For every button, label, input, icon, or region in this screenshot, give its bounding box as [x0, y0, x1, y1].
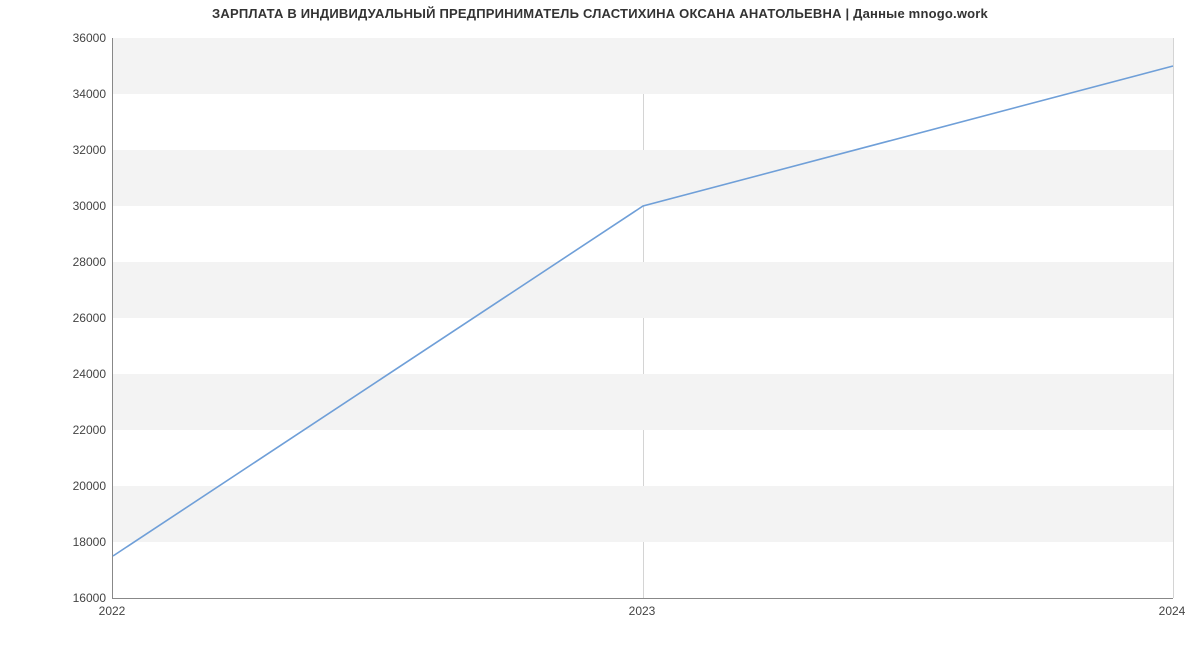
- y-tick: 26000: [26, 311, 106, 325]
- salary-chart: ЗАРПЛАТА В ИНДИВИДУАЛЬНЫЙ ПРЕДПРИНИМАТЕЛ…: [0, 0, 1200, 630]
- line-series: [113, 38, 1173, 598]
- x-tick: 2022: [99, 604, 126, 618]
- chart-title: ЗАРПЛАТА В ИНДИВИДУАЛЬНЫЙ ПРЕДПРИНИМАТЕЛ…: [0, 6, 1200, 21]
- y-tick: 28000: [26, 255, 106, 269]
- y-tick: 18000: [26, 535, 106, 549]
- y-tick: 22000: [26, 423, 106, 437]
- y-tick: 36000: [26, 31, 106, 45]
- y-tick: 30000: [26, 199, 106, 213]
- y-tick: 34000: [26, 87, 106, 101]
- x-tick: 2024: [1159, 604, 1186, 618]
- x-tick: 2023: [629, 604, 656, 618]
- y-tick: 32000: [26, 143, 106, 157]
- plot-area: [112, 38, 1173, 599]
- y-tick: 20000: [26, 479, 106, 493]
- y-tick: 16000: [26, 591, 106, 605]
- y-tick: 24000: [26, 367, 106, 381]
